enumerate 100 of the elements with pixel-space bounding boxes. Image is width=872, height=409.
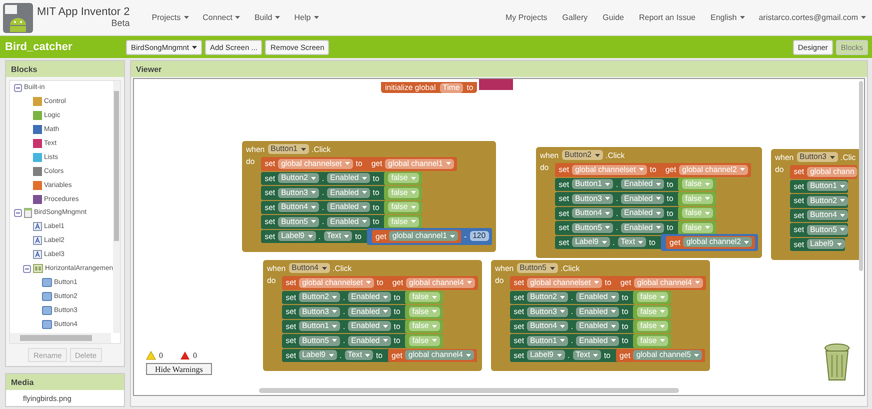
collapse-icon[interactable]: [14, 208, 22, 217]
caret-icon: [594, 281, 599, 284]
menu-item[interactable]: Connect: [202, 13, 240, 22]
caret-icon: [594, 154, 600, 156]
project-name: Bird_catcher: [5, 41, 74, 53]
caret-icon: [604, 226, 610, 230]
caret-icon: [660, 339, 665, 342]
caret-icon: [660, 324, 665, 328]
caret-icon: [410, 206, 416, 209]
caret-icon: [610, 310, 616, 314]
label-icon: [33, 250, 42, 260]
caret-icon: [638, 168, 644, 172]
caret-icon: [310, 191, 316, 194]
caret-icon: [840, 199, 845, 202]
trash-icon[interactable]: [823, 342, 851, 382]
caret-icon: [704, 226, 710, 230]
caret-icon: [656, 212, 661, 215]
caret-icon: [694, 354, 699, 357]
caret-icon: [660, 296, 665, 299]
caret-icon: [560, 339, 565, 342]
caret-icon: [432, 296, 437, 299]
menu-item[interactable]: Build: [254, 13, 280, 22]
menu-item[interactable]: Help: [294, 13, 319, 22]
caret-icon: [446, 162, 451, 166]
caret-icon: [365, 354, 370, 357]
caret-icon: [275, 16, 280, 19]
caret-icon: [704, 182, 710, 186]
caret-icon: [344, 162, 350, 166]
caret-icon: [610, 324, 616, 328]
caret-icon: [840, 184, 845, 188]
logo-icon[interactable]: [3, 2, 33, 32]
caret-icon: [300, 148, 306, 150]
caret-icon: [694, 281, 700, 284]
caret-icon: [704, 197, 710, 200]
panel-title: Media: [6, 374, 124, 390]
panel-title: Blocks: [6, 61, 124, 77]
error-icon: [180, 351, 190, 360]
caret-icon: [382, 324, 388, 328]
nav-link[interactable]: Gallery: [562, 13, 588, 22]
scrollbar[interactable]: [259, 388, 679, 393]
caret-icon: [840, 228, 845, 232]
caret-icon: [604, 212, 610, 215]
event-block[interactable]: [491, 260, 710, 371]
caret-icon: [560, 310, 565, 314]
error-count: 0: [193, 351, 197, 360]
caret-icon: [466, 281, 472, 284]
caret-icon: [656, 182, 661, 186]
caret-icon: [310, 176, 316, 180]
account-menu[interactable]: aristarco.cortes@gmail.com: [758, 13, 866, 22]
warning-icon: [146, 351, 156, 360]
menu-item[interactable]: Projects: [152, 13, 189, 22]
caret-icon: [344, 234, 349, 238]
caret-icon: [332, 296, 337, 299]
event-block[interactable]: [242, 141, 496, 252]
scrollbar[interactable]: [859, 81, 863, 271]
caret-icon: [332, 339, 337, 342]
caret-icon: [556, 354, 562, 357]
caret-icon: [362, 220, 367, 224]
language-menu[interactable]: English: [710, 13, 745, 22]
caret-icon: [638, 240, 643, 244]
caret-icon: [602, 240, 607, 244]
event-block[interactable]: [536, 147, 762, 258]
caret-icon: [235, 16, 240, 19]
caret-icon: [861, 16, 866, 19]
caret-icon: [382, 296, 388, 299]
caret-icon: [656, 197, 661, 200]
app-subtitle: Beta: [110, 18, 130, 28]
caret-icon: [740, 168, 745, 172]
caret-icon: [610, 339, 616, 342]
caret-icon: [184, 16, 189, 19]
caret-icon: [410, 220, 416, 224]
caret-icon: [362, 206, 367, 209]
collapse-icon[interactable]: [14, 84, 22, 92]
hide-warnings-button[interactable]: Hide Warnings: [146, 363, 212, 375]
caret-icon: [604, 197, 610, 200]
event-block[interactable]: [263, 260, 482, 371]
caret-icon: [660, 310, 665, 314]
label-icon: [33, 222, 42, 232]
collapse-icon[interactable]: [23, 264, 31, 273]
caret-icon: [328, 354, 334, 357]
app-title: MIT App Inventor 2: [37, 6, 130, 18]
caret-icon: [362, 191, 367, 194]
caret-icon: [308, 234, 313, 238]
caret-icon: [740, 16, 745, 19]
caret-icon: [656, 226, 661, 230]
caret-icon: [840, 214, 845, 217]
screen-icon: [24, 208, 32, 218]
nav-link[interactable]: My Projects: [506, 13, 548, 22]
caret-icon: [410, 191, 416, 194]
caret-icon: [322, 266, 327, 270]
scrollbar[interactable]: [113, 81, 120, 333]
caret-icon: [366, 281, 371, 284]
scrollbar[interactable]: [10, 333, 111, 343]
caret-icon: [593, 354, 598, 357]
nav-link[interactable]: Report an Issue: [639, 13, 696, 22]
caret-icon: [610, 296, 616, 299]
caret-icon: [314, 16, 319, 19]
nav-link[interactable]: Guide: [602, 13, 624, 22]
caret-icon: [382, 310, 388, 314]
arrangement-icon: [33, 264, 43, 274]
